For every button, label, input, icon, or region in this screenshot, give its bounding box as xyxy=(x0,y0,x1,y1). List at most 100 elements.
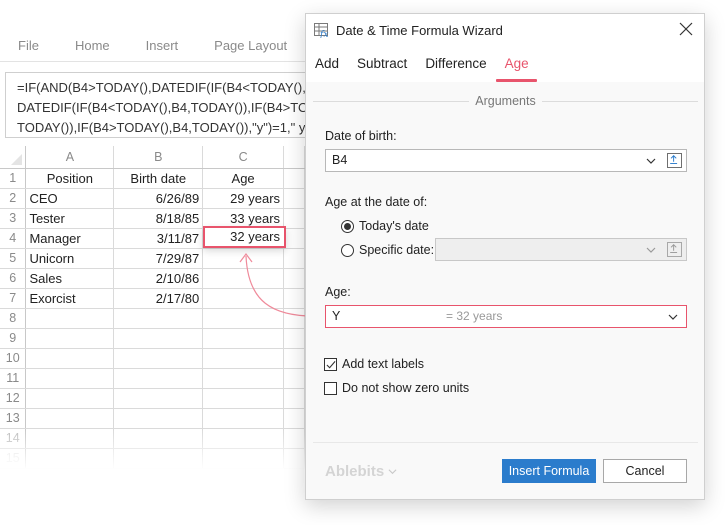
column-header-b[interactable]: B xyxy=(113,146,204,169)
menu-page-layout[interactable]: Page Layout xyxy=(214,38,287,53)
row-header[interactable]: 2 xyxy=(0,188,27,209)
cancel-button[interactable]: Cancel xyxy=(603,459,687,483)
cell[interactable] xyxy=(283,208,305,229)
row-header[interactable]: 9 xyxy=(0,328,27,349)
checkbox-do-not-show-zero-units[interactable]: Do not show zero units xyxy=(324,381,469,395)
cell[interactable] xyxy=(25,308,115,329)
menu-home[interactable]: Home xyxy=(75,38,110,53)
cell[interactable]: Manager xyxy=(25,228,115,249)
row-header[interactable]: 3 xyxy=(0,208,27,229)
cell[interactable] xyxy=(25,408,115,429)
selected-cell-c4[interactable]: 32 years xyxy=(203,226,286,248)
cell[interactable]: Tester xyxy=(25,208,115,229)
cell[interactable] xyxy=(25,368,115,389)
cell[interactable] xyxy=(25,348,115,369)
range-select-icon[interactable] xyxy=(667,153,682,168)
checkbox-checked[interactable] xyxy=(324,357,337,371)
row-header[interactable]: 5 xyxy=(0,248,27,269)
tab-subtract[interactable]: Subtract xyxy=(357,46,407,82)
close-icon[interactable] xyxy=(678,21,694,37)
cell[interactable]: 6/26/89 xyxy=(113,188,204,209)
tab-add[interactable]: Add xyxy=(315,46,339,82)
radio-specific-date[interactable]: Specific date: xyxy=(341,243,434,257)
cell[interactable] xyxy=(283,368,305,389)
cell[interactable] xyxy=(283,168,305,189)
chevron-down-icon[interactable] xyxy=(646,245,656,255)
cell[interactable]: 7/29/87 xyxy=(113,248,204,269)
row-header[interactable]: 7 xyxy=(0,288,27,309)
cell[interactable] xyxy=(283,288,305,309)
cell[interactable]: Unicorn xyxy=(25,248,115,269)
cell[interactable] xyxy=(202,388,285,409)
cell[interactable] xyxy=(113,408,204,429)
cell[interactable] xyxy=(283,188,305,209)
cell[interactable] xyxy=(283,248,305,269)
chevron-down-icon[interactable] xyxy=(668,312,678,322)
formula-bar[interactable]: =IF(AND(B4>TODAY(),DATEDIF(IF(B4<TODAY()… xyxy=(5,72,310,138)
cell[interactable] xyxy=(202,368,285,389)
insert-formula-button[interactable]: Insert Formula xyxy=(502,459,596,483)
cell[interactable] xyxy=(202,268,285,289)
column-header-d[interactable] xyxy=(283,146,305,169)
row-header[interactable]: 10 xyxy=(0,348,27,369)
cell[interactable] xyxy=(202,288,285,309)
ablebits-menu[interactable]: Ablebits xyxy=(325,463,397,480)
column-header-a[interactable]: A xyxy=(25,146,115,169)
range-select-icon[interactable] xyxy=(667,242,682,257)
specific-date-field[interactable] xyxy=(435,238,687,261)
tab-difference[interactable]: Difference xyxy=(425,46,486,82)
checkbox-unchecked[interactable] xyxy=(324,381,337,395)
dialog-titlebar[interactable]: fx Date & Time Formula Wizard xyxy=(306,14,704,46)
cell[interactable] xyxy=(113,308,204,329)
cell[interactable] xyxy=(202,248,285,269)
cell[interactable] xyxy=(25,328,115,349)
cell[interactable] xyxy=(113,328,204,349)
cell[interactable] xyxy=(202,348,285,369)
column-header-c[interactable]: C xyxy=(202,146,285,169)
cell[interactable] xyxy=(202,308,285,329)
date-of-birth-field[interactable]: B4 xyxy=(325,149,687,172)
checkbox-add-text-labels[interactable]: Add text labels xyxy=(324,357,424,371)
cell[interactable]: CEO xyxy=(25,188,115,209)
cell[interactable]: 8/18/85 xyxy=(113,208,204,229)
cell[interactable] xyxy=(283,408,305,429)
row-header[interactable]: 12 xyxy=(0,388,27,409)
cell[interactable] xyxy=(202,328,285,349)
row-header[interactable]: 13 xyxy=(0,408,27,429)
radio-button-unchecked[interactable] xyxy=(341,243,354,257)
row-header[interactable]: 4 xyxy=(0,228,27,249)
cell[interactable]: 2/10/86 xyxy=(113,268,204,289)
cell[interactable]: Sales xyxy=(25,268,115,289)
row-header[interactable]: 6 xyxy=(0,268,27,289)
cell[interactable] xyxy=(283,308,305,329)
row-header[interactable]: 8 xyxy=(0,308,27,329)
row-header[interactable]: 11 xyxy=(0,368,27,389)
cell[interactable]: 33 years xyxy=(202,208,285,229)
tab-age[interactable]: Age xyxy=(495,46,537,82)
radio-button-checked[interactable] xyxy=(341,219,354,233)
cell[interactable] xyxy=(202,408,285,429)
select-all-corner[interactable] xyxy=(0,146,27,169)
cell[interactable]: 29 years xyxy=(202,188,285,209)
cell[interactable]: 2/17/80 xyxy=(113,288,204,309)
cell[interactable] xyxy=(283,388,305,409)
menu-insert[interactable]: Insert xyxy=(146,38,179,53)
cell[interactable]: Age xyxy=(202,168,285,189)
cell[interactable]: 3/11/87 xyxy=(113,228,204,249)
radio-todays-date[interactable]: Today's date xyxy=(341,219,429,233)
cell[interactable] xyxy=(25,388,115,409)
age-format-dropdown[interactable]: Y = 32 years xyxy=(325,305,687,328)
cell[interactable] xyxy=(283,328,305,349)
cell[interactable] xyxy=(113,388,204,409)
cell[interactable]: Birth date xyxy=(113,168,204,189)
cell[interactable] xyxy=(113,368,204,389)
cell[interactable]: Exorcist xyxy=(25,288,115,309)
menu-file[interactable]: File xyxy=(18,38,39,53)
cell[interactable] xyxy=(113,348,204,369)
chevron-down-icon[interactable] xyxy=(646,156,656,166)
cell[interactable] xyxy=(283,228,305,249)
row-header[interactable]: 1 xyxy=(0,168,27,189)
cell[interactable] xyxy=(283,268,305,289)
cell[interactable]: Position xyxy=(25,168,115,189)
cell[interactable] xyxy=(283,348,305,369)
